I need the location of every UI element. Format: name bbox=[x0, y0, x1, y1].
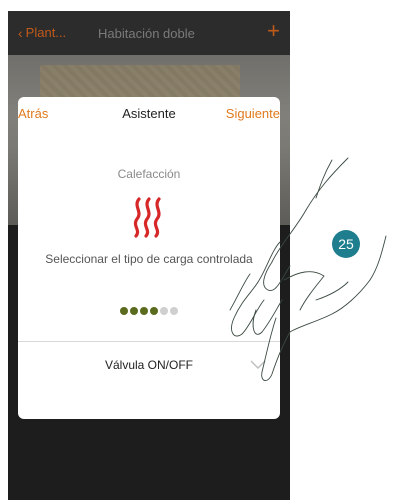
back-button[interactable]: Atrás bbox=[18, 106, 48, 121]
step-dot-pending bbox=[170, 307, 178, 315]
dialog-header: Asistente Atrás Siguiente bbox=[18, 97, 280, 127]
step-dot-completed bbox=[120, 307, 128, 315]
next-button[interactable]: Siguiente bbox=[226, 106, 280, 121]
step-dot-completed bbox=[140, 307, 148, 315]
pointing-hand-icon bbox=[229, 157, 387, 381]
top-navbar: ‹ Plant... Habitación doble + bbox=[8, 11, 290, 55]
step-dot-completed bbox=[130, 307, 138, 315]
add-button[interactable]: + bbox=[267, 20, 280, 42]
step-dot-pending bbox=[160, 307, 168, 315]
heating-icon bbox=[133, 197, 161, 238]
navbar-title: Habitación doble bbox=[98, 26, 195, 41]
step-dot-completed bbox=[150, 307, 158, 315]
navbar-back-button[interactable]: ‹ Plant... bbox=[18, 25, 66, 40]
chevron-left-icon: ‹ bbox=[18, 24, 23, 41]
navbar-back-label: Plant... bbox=[25, 25, 67, 40]
